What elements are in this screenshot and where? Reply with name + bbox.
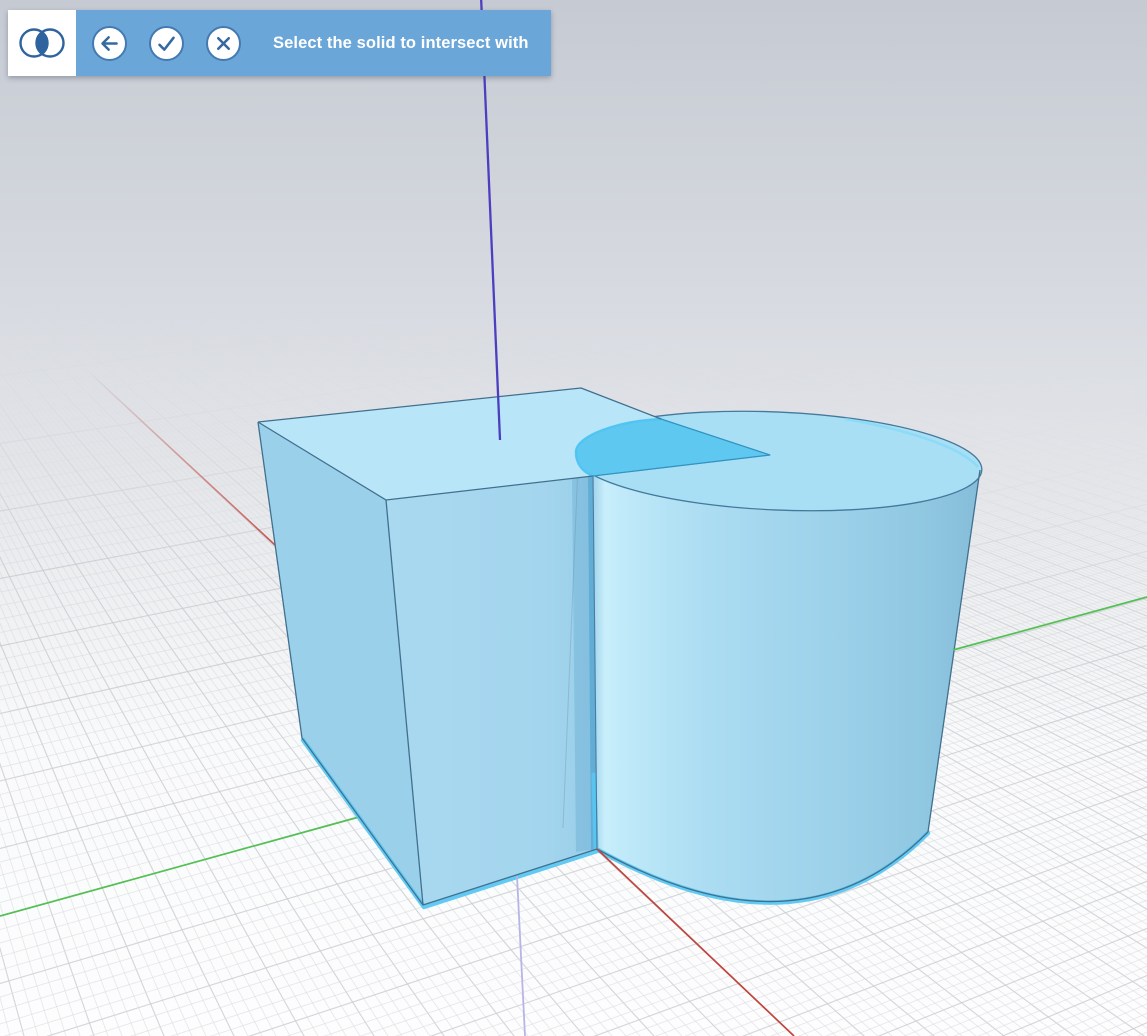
cancel-button[interactable] [206,26,241,61]
close-icon [213,33,234,54]
toolbar-bar: Select the solid to intersect with [76,10,551,76]
command-toolbar: Select the solid to intersect with [8,10,551,76]
scene-3d [0,0,1147,1036]
prompt-message: Select the solid to intersect with [273,34,529,53]
y-axis-far [0,817,359,916]
intersect-circles-icon [13,16,71,70]
check-icon [156,33,177,54]
cad-viewport[interactable]: Select the solid to intersect with [0,0,1147,1036]
x-axis-far [90,373,275,545]
confirm-button[interactable] [149,26,184,61]
back-button[interactable] [92,26,127,61]
active-tool-button[interactable] [8,10,76,76]
arrow-left-icon [99,33,120,54]
cylinder-solid[interactable] [570,403,984,901]
